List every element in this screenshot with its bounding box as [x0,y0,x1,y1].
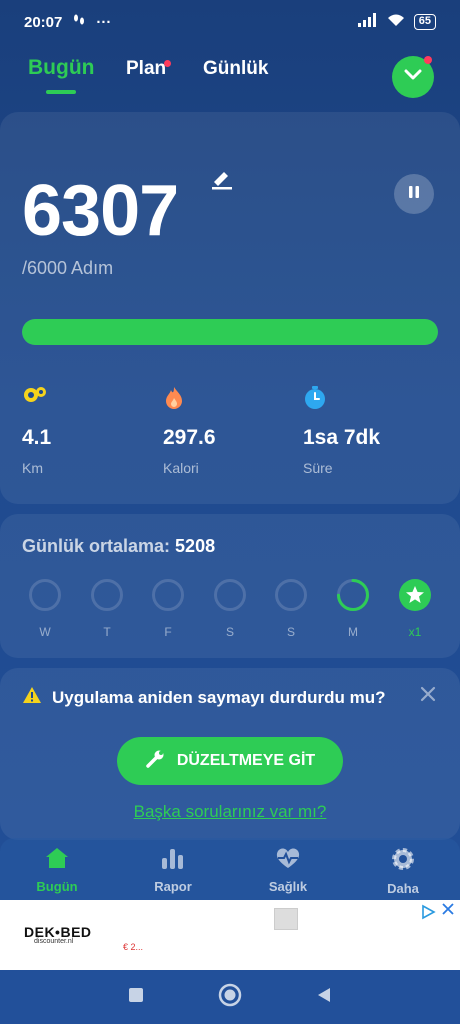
help-question: Uygulama aniden saymayı durdurdu mu? [52,687,386,707]
close-icon[interactable] [420,686,436,707]
signal-icon [357,13,378,31]
go-fix-label: DÜZELTMEYE GİT [176,752,316,769]
tab-today[interactable]: Bugün [28,56,94,80]
nav-report[interactable]: Rapor [133,846,213,894]
status-bar: 20:07 ··· 65 [0,0,460,44]
day-label: W [39,625,51,639]
wrench-icon [145,749,165,774]
nav-health[interactable]: Sağlık [248,846,328,894]
duration-value: 1sa 7dk [303,426,381,449]
distance-value: 4.1 [22,426,52,449]
duration-label: Süre [303,460,333,476]
ad-close-icon[interactable] [442,902,454,918]
step-progress-fill [22,319,438,345]
daily-average-label: Günlük ortalama: [22,536,171,556]
bar-chart-icon [160,849,186,874]
progress-ring [214,579,246,611]
nav-more[interactable]: Daha [363,846,443,896]
day-label: M [348,625,358,639]
day-label: x1 [408,625,422,639]
home-icon [44,848,70,874]
day-indicator[interactable]: F [151,578,185,639]
nav-health-label: Sağlık [268,879,308,894]
progress-ring [29,579,61,611]
daily-average-value: 5208 [175,536,216,556]
day-label: S [225,625,234,639]
calories-value: 297.6 [163,426,216,449]
top-tabs: Bugün Plan Günlük [0,48,460,104]
warning-icon [22,686,42,709]
day-indicator[interactable]: T [90,578,124,639]
ad-price: € 2... [123,942,144,952]
recent-apps-icon[interactable] [127,986,145,1009]
calories-label: Kalori [163,460,199,476]
gear-icon [390,848,416,876]
map-pin-icon [22,386,51,412]
pause-icon [408,185,420,204]
wifi-icon [386,13,406,31]
progress-ring [91,579,123,611]
tab-plan[interactable]: Plan [126,58,166,80]
progress-ring [337,579,369,611]
back-icon[interactable] [315,986,333,1009]
footsteps-icon [72,13,86,31]
day-indicator[interactable]: S [213,578,247,639]
duration-stat: 1sa 7dk Süre [303,386,380,476]
weekly-card: Günlük ortalama: 5208 W T F S S Mx1 [0,514,460,658]
battery-indicator: 65 [413,14,436,30]
ad-subtitle: discounter.nl [34,938,74,945]
day-label: F [164,625,172,639]
stopwatch-icon [303,386,380,412]
day-label: T [103,625,111,639]
nav-today[interactable]: Bugün [17,846,97,894]
status-time: 20:07 [24,13,63,31]
plan-notification-dot [164,60,171,67]
active-tab-indicator [46,90,76,94]
warning-row: Uygulama aniden saymayı durdurdu mu? [22,686,442,709]
steps-card: 6307 /6000 Adım 4.1 Km 297.6 Kalori 1sa … [0,112,460,504]
ad-banner[interactable]: DEK•BED discounter.nl € 2... [0,900,460,970]
ad-image [274,908,298,930]
day-indicator[interactable]: M [336,578,370,639]
nav-report-label: Rapor [154,879,192,894]
distance-label: Km [22,460,43,476]
dropdown-notification-dot [424,56,432,64]
status-more: ··· [96,13,112,31]
day-indicator[interactable]: x1 [398,578,432,639]
heart-pulse-icon [274,848,302,874]
day-label: S [286,625,295,639]
more-questions-link[interactable]: Başka sorularınız var mı? [0,802,460,822]
nav-more-label: Daha [387,881,419,896]
edit-icon[interactable] [210,166,234,195]
home-button-icon[interactable] [218,983,242,1012]
step-count: 6307 [22,171,179,251]
step-progress-bar [22,319,438,345]
flame-icon [163,386,216,412]
ad-choices-icon[interactable] [420,904,436,925]
daily-average: Günlük ortalama: 5208 [22,536,215,557]
tab-daily[interactable]: Günlük [203,58,268,80]
system-nav-bar [0,970,460,1024]
distance-stat: 4.1 Km [22,386,51,476]
nav-today-label: Bugün [36,879,78,894]
day-indicator[interactable]: S [274,578,308,639]
progress-ring [275,579,307,611]
step-goal: /6000 Adım [22,258,114,278]
help-card: Uygulama aniden saymayı durdurdu mu? DÜZ… [0,668,460,840]
pause-button[interactable] [394,174,434,214]
progress-ring [152,579,184,611]
bottom-nav: Bugün Rapor Sağlık Daha [0,838,460,900]
star-icon [399,579,431,611]
chevron-down-icon [404,68,422,86]
day-indicator[interactable]: W [28,578,62,639]
go-fix-button[interactable]: DÜZELTMEYE GİT [117,737,343,785]
calories-stat: 297.6 Kalori [163,386,216,476]
